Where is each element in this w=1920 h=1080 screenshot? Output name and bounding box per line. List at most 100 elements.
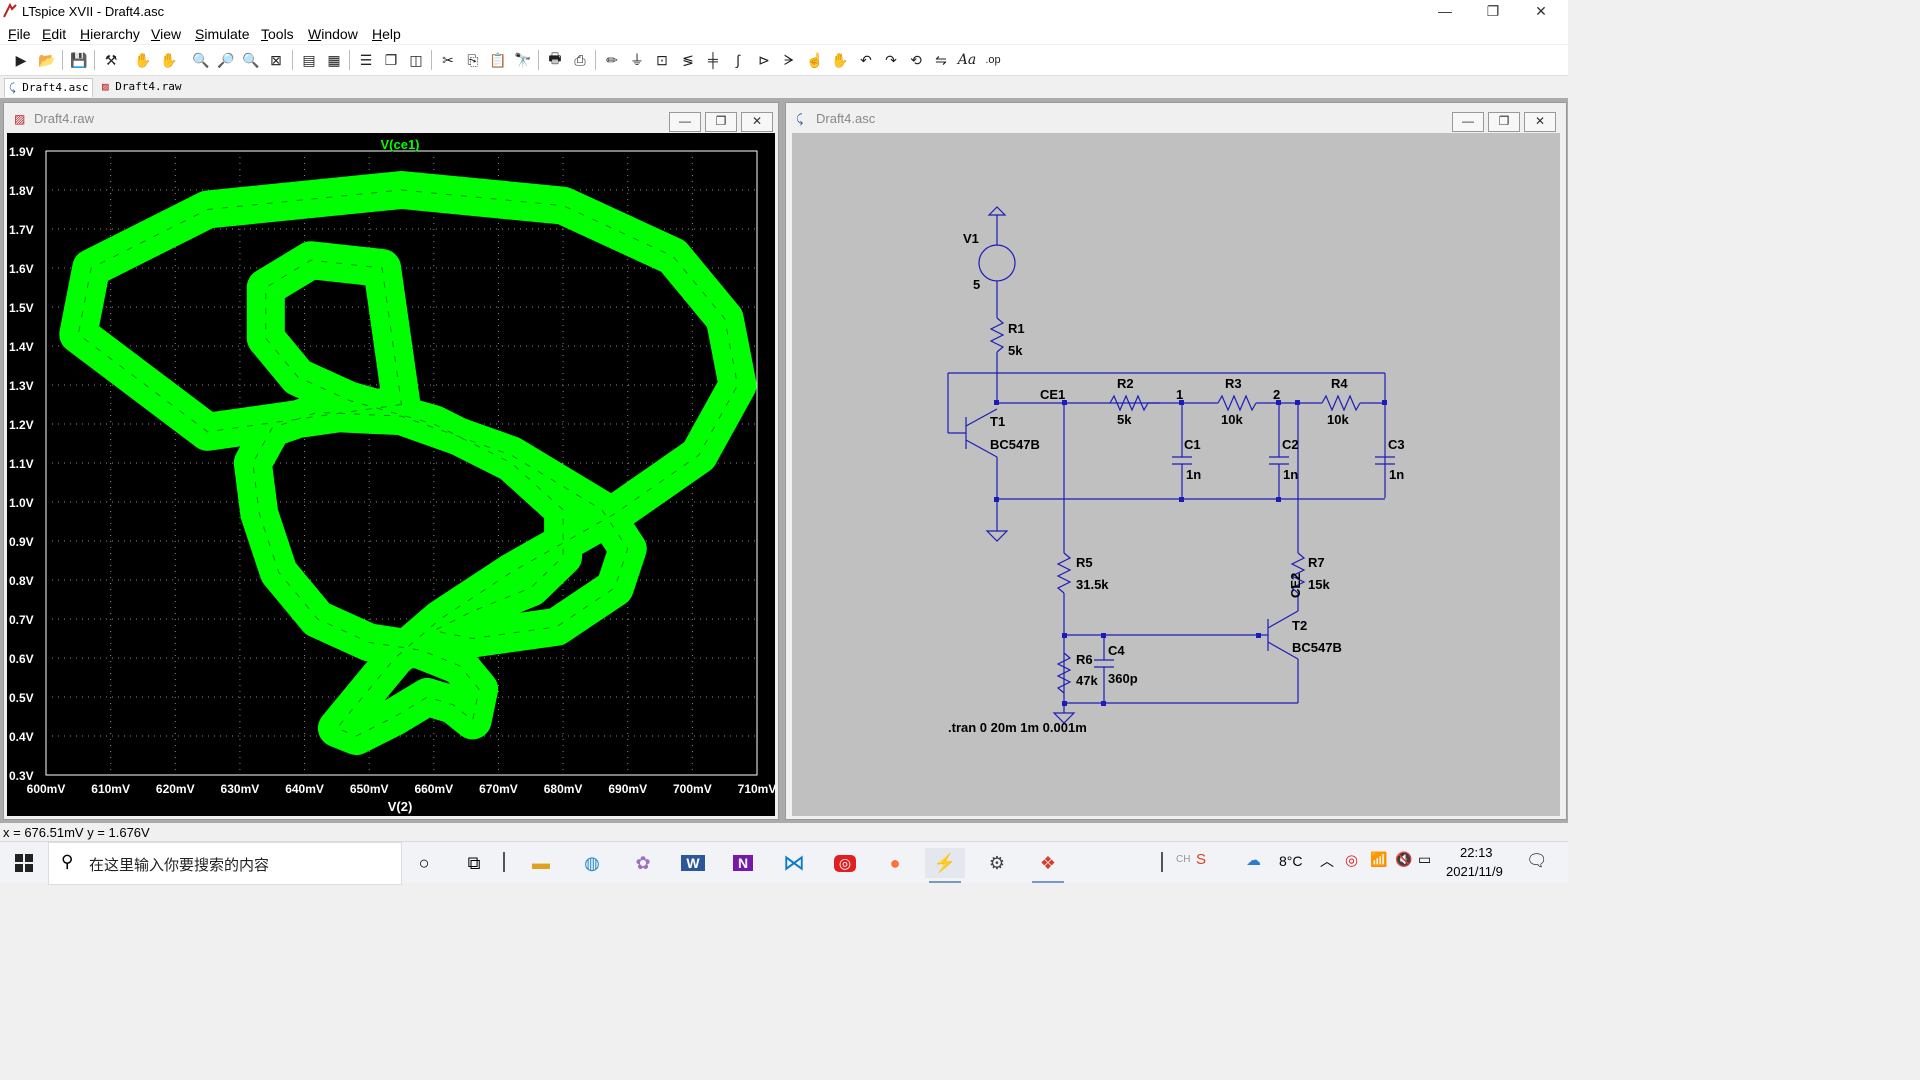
r5-value: 31.5k bbox=[1076, 577, 1109, 592]
run-icon[interactable]: ▶ bbox=[10, 49, 32, 71]
zoom-in-icon[interactable]: 🔍 bbox=[190, 49, 212, 71]
tab-draft4-raw[interactable]: ▨ Draft4.raw bbox=[98, 78, 185, 96]
ltspice-taskbar-icon[interactable]: ⚡ bbox=[925, 848, 965, 883]
settings-icon[interactable]: ⚙ bbox=[977, 848, 1017, 878]
text-icon[interactable]: Aa bbox=[956, 49, 978, 71]
net-label-1: 1 bbox=[1176, 387, 1183, 402]
tab-draft4-asc[interactable]: ⤹ Draft4.asc bbox=[4, 78, 94, 97]
zoom-out-icon[interactable]: 🔍 bbox=[240, 49, 262, 71]
waveform-plot[interactable]: 600mV 610mV 620mV 630mV 640mV 650mV 660mV 670mV… bbox=[7, 133, 775, 816]
pan-icon[interactable]: ✋ bbox=[158, 49, 180, 71]
wifi-icon[interactable]: 📶 bbox=[1370, 851, 1387, 868]
copy-icon[interactable]: ⎘ bbox=[462, 49, 484, 71]
r3-value: 10k bbox=[1221, 412, 1243, 427]
restore-button[interactable]: ❐ bbox=[1470, 0, 1516, 24]
waveform-window: ▨ Draft4.raw — ❐ ✕ 600mV 610mV 620mV 630mV 6… bbox=[3, 102, 779, 820]
find-icon[interactable]: 🔭 bbox=[512, 49, 534, 71]
autorange-icon[interactable]: ▤ bbox=[298, 49, 320, 71]
place-resistor-icon[interactable]: ≶ bbox=[677, 49, 699, 71]
ground-icon[interactable]: ⏚ bbox=[626, 49, 648, 71]
sogou-input-icon[interactable]: S bbox=[1196, 851, 1206, 868]
child-maximize-button[interactable]: ❐ bbox=[705, 112, 737, 132]
minimize-button[interactable]: — bbox=[1422, 0, 1468, 24]
print-icon[interactable]: 🖶 bbox=[544, 49, 566, 71]
task-view-icon[interactable]: ⧉ bbox=[454, 848, 494, 878]
menu-edit[interactable]: Edit bbox=[42, 26, 66, 42]
zoom-full-icon[interactable]: ⊠ bbox=[265, 49, 287, 71]
ltspice-app-icon bbox=[3, 3, 17, 18]
zoom-to-fit-icon[interactable]: 🔎 bbox=[215, 49, 237, 71]
chevron-up-icon[interactable]: ︿ bbox=[1320, 851, 1334, 871]
app-icon[interactable]: ✿ bbox=[623, 848, 663, 878]
child-minimize-button[interactable]: — bbox=[1452, 112, 1484, 132]
open-icon[interactable]: 📂 bbox=[36, 49, 58, 71]
netease-music-icon[interactable]: ◎ bbox=[825, 848, 865, 878]
child-close-button[interactable]: ✕ bbox=[1524, 112, 1556, 132]
paste-icon[interactable]: 📋 bbox=[487, 49, 509, 71]
file-explorer-icon[interactable]: ▬ bbox=[521, 848, 561, 878]
t2-model: BC547B bbox=[1292, 640, 1342, 655]
cascade-icon[interactable]: ❐ bbox=[380, 49, 402, 71]
menu-file[interactable]: File bbox=[8, 26, 31, 42]
schematic-window: ⤹ Draft4.asc — ❐ ✕ V1 5 R1 5k CE1 R2 5k … bbox=[785, 102, 1567, 820]
print-setup-icon[interactable]: ⎙ bbox=[569, 49, 591, 71]
save-icon[interactable]: 💾 bbox=[68, 49, 90, 71]
rotate-icon[interactable]: ⟲ bbox=[905, 49, 927, 71]
tile-horizontal-icon[interactable]: ☰ bbox=[355, 49, 377, 71]
ime-indicator[interactable]: CH bbox=[1176, 854, 1190, 865]
onenote-icon[interactable]: N bbox=[723, 848, 763, 878]
place-component-icon[interactable]: ᗒ bbox=[778, 49, 800, 71]
grid-icon[interactable]: ▦ bbox=[323, 49, 345, 71]
place-diode-icon[interactable]: ⊳ bbox=[753, 49, 775, 71]
halt-icon[interactable]: ✋ bbox=[132, 49, 154, 71]
menu-window[interactable]: Window bbox=[308, 26, 358, 42]
netease-tray-icon[interactable]: ◎ bbox=[1345, 851, 1358, 869]
control-panel-icon[interactable]: ⚒ bbox=[100, 49, 122, 71]
v1-label: V1 bbox=[963, 231, 979, 246]
spice-directive-icon[interactable]: .op bbox=[982, 49, 1004, 71]
menu-view[interactable]: View bbox=[151, 26, 181, 42]
clock-time[interactable]: 22:13 bbox=[1460, 845, 1493, 860]
mirror-icon[interactable]: ⇋ bbox=[930, 49, 952, 71]
menu-simulate[interactable]: Simulate bbox=[195, 26, 249, 42]
y-tick-label: 1.7V bbox=[9, 223, 34, 237]
schematic-canvas[interactable]: V1 5 R1 5k CE1 R2 5k 1 R3 10k 2 R4 10k T… bbox=[792, 133, 1560, 816]
windows-start-icon[interactable] bbox=[4, 848, 44, 878]
close-button[interactable]: ✕ bbox=[1518, 0, 1564, 24]
clock-date[interactable]: 2021/11/9 bbox=[1446, 864, 1503, 879]
x-tick-label: 700mV bbox=[673, 782, 712, 796]
menu-help[interactable]: Help bbox=[372, 26, 401, 42]
drag-icon[interactable]: ✋ bbox=[829, 49, 851, 71]
menu-bar: File Edit Hierarchy View Simulate Tools … bbox=[0, 24, 1568, 44]
notification-icon[interactable]: 🗨 bbox=[1526, 851, 1548, 871]
cut-icon[interactable]: ✂ bbox=[437, 49, 459, 71]
volume-icon[interactable]: 🔇 bbox=[1395, 851, 1412, 868]
child-maximize-button[interactable]: ❐ bbox=[1488, 112, 1520, 132]
label-net-icon[interactable]: ⊡ bbox=[651, 49, 673, 71]
child-minimize-button[interactable]: — bbox=[669, 112, 701, 132]
app-running-icon[interactable]: ❖ bbox=[1028, 848, 1068, 883]
r4-value: 10k bbox=[1327, 412, 1349, 427]
trace-label[interactable]: V(ce1) bbox=[380, 137, 419, 152]
taskbar-search-box[interactable]: ⚲ 在这里输入你要搜索的内容 bbox=[48, 842, 402, 885]
move-icon[interactable]: ☝ bbox=[804, 49, 826, 71]
vscode-icon[interactable]: ⋈ bbox=[774, 848, 814, 878]
battery-icon[interactable]: ▭ bbox=[1418, 851, 1431, 868]
menu-tools[interactable]: Tools bbox=[261, 26, 294, 42]
menu-hierarchy[interactable]: Hierarchy bbox=[80, 26, 140, 42]
place-inductor-icon[interactable]: ∫ bbox=[727, 49, 749, 71]
undo-icon[interactable]: ↶ bbox=[855, 49, 877, 71]
temperature[interactable]: 8°C bbox=[1279, 853, 1303, 869]
redo-icon[interactable]: ↷ bbox=[880, 49, 902, 71]
place-capacitor-icon[interactable]: ╪ bbox=[702, 49, 724, 71]
child-close-button[interactable]: ✕ bbox=[741, 112, 773, 132]
word-icon[interactable]: W bbox=[673, 848, 713, 878]
tile-vertical-icon[interactable]: ◫ bbox=[405, 49, 427, 71]
x-tick-label: 640mV bbox=[285, 782, 324, 796]
edge-icon[interactable]: ◍ bbox=[572, 848, 612, 878]
firefox-icon[interactable]: ● bbox=[875, 848, 915, 878]
weather-icon[interactable]: ☁ bbox=[1246, 851, 1261, 869]
draw-wire-icon[interactable]: ✏ bbox=[601, 49, 623, 71]
cortana-icon[interactable]: ○ bbox=[404, 848, 444, 878]
spice-directive[interactable]: .tran 0 20m 1m 0.001m bbox=[948, 720, 1087, 735]
